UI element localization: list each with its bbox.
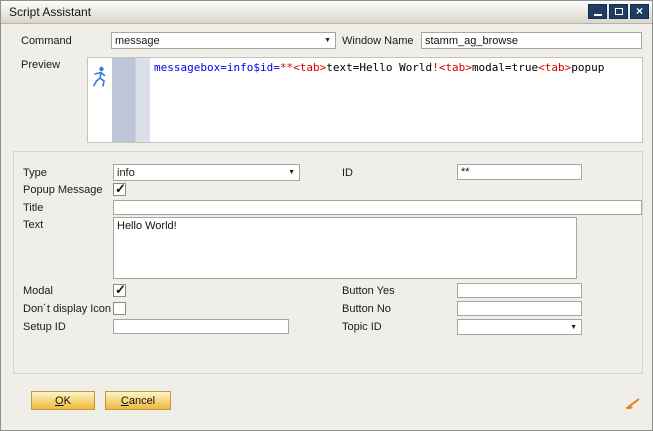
command-label: Command bbox=[21, 35, 72, 47]
maximize-button[interactable] bbox=[609, 4, 628, 19]
minimize-button[interactable] bbox=[588, 4, 607, 19]
preview-code[interactable]: messagebox=info$id=**<tab>text=Hello Wor… bbox=[154, 61, 639, 139]
close-icon: × bbox=[636, 6, 643, 17]
button-yes-label: Button Yes bbox=[342, 285, 395, 297]
command-value: message bbox=[115, 35, 160, 47]
chevron-down-icon: ▼ bbox=[288, 169, 299, 176]
ok-button[interactable]: OK bbox=[31, 391, 95, 410]
cancel-button[interactable]: Cancel bbox=[105, 391, 171, 410]
type-dropdown[interactable]: info ▼ bbox=[113, 164, 300, 181]
setup-id-label: Setup ID bbox=[23, 321, 66, 333]
type-label: Type bbox=[23, 167, 47, 179]
chevron-down-icon: ▼ bbox=[324, 37, 335, 44]
window-title: Script Assistant bbox=[9, 5, 91, 19]
chevron-down-icon: ▼ bbox=[570, 324, 581, 331]
id-input[interactable] bbox=[457, 164, 582, 180]
script-assistant-dialog: Script Assistant × Command message ▼ Win… bbox=[0, 0, 653, 431]
setup-id-input[interactable] bbox=[113, 319, 289, 334]
preview-gutter bbox=[112, 58, 150, 142]
ok-button-label: OK bbox=[55, 395, 71, 407]
id-label: ID bbox=[342, 167, 353, 179]
window-name-label: Window Name bbox=[342, 35, 414, 47]
text-label: Text bbox=[23, 219, 43, 231]
minimize-icon bbox=[594, 14, 602, 16]
close-button[interactable]: × bbox=[630, 4, 649, 19]
cancel-button-label: Cancel bbox=[121, 395, 155, 407]
titlebar[interactable]: Script Assistant × bbox=[1, 1, 652, 24]
window-name-input[interactable] bbox=[421, 32, 642, 49]
preview-panel: messagebox=info$id=**<tab>text=Hello Wor… bbox=[87, 57, 643, 143]
popup-message-label: Popup Message bbox=[23, 184, 103, 196]
run-script-icon[interactable] bbox=[91, 66, 109, 91]
preview-label: Preview bbox=[21, 59, 60, 71]
title-label: Title bbox=[23, 202, 43, 214]
dont-display-icon-label: Don´t display Icon bbox=[23, 303, 111, 315]
title-input[interactable] bbox=[113, 200, 642, 215]
text-input[interactable]: Hello World! bbox=[113, 217, 577, 279]
dont-display-icon-checkbox[interactable] bbox=[113, 302, 126, 315]
command-dropdown[interactable]: message ▼ bbox=[111, 32, 336, 49]
modal-label: Modal bbox=[23, 285, 53, 297]
modal-checkbox[interactable] bbox=[113, 284, 126, 297]
button-no-input[interactable] bbox=[457, 301, 582, 316]
button-yes-input[interactable] bbox=[457, 283, 582, 298]
pencil-edit-icon[interactable] bbox=[623, 397, 641, 414]
button-no-label: Button No bbox=[342, 303, 391, 315]
topic-id-label: Topic ID bbox=[342, 321, 382, 333]
maximize-icon bbox=[615, 8, 623, 15]
window-controls: × bbox=[588, 4, 649, 19]
type-value: info bbox=[117, 167, 135, 179]
popup-message-checkbox[interactable] bbox=[113, 183, 126, 196]
topic-id-dropdown[interactable]: ▼ bbox=[457, 319, 582, 335]
